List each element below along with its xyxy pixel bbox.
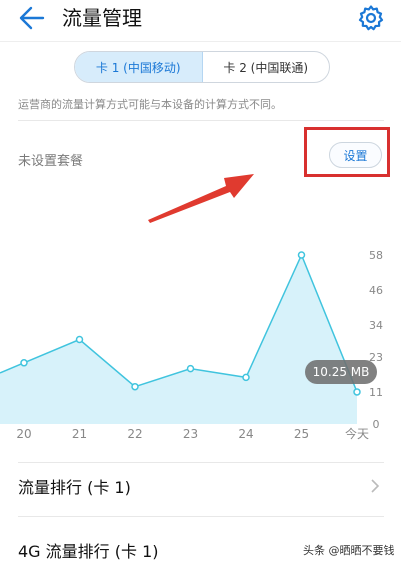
data-point xyxy=(353,388,361,396)
data-point xyxy=(297,251,306,259)
list-item-ranking-sim1[interactable]: 流量排行 (卡 1) xyxy=(0,466,401,506)
annotation-arrow-icon xyxy=(148,174,254,223)
y-tick-label: 11 xyxy=(369,386,383,399)
tab-sim1[interactable]: 卡 1 (中国移动) xyxy=(75,52,203,82)
data-point xyxy=(20,359,28,367)
usage-chart: 20 21 22 23 24 25 今天5846342311010.25 MB xyxy=(0,249,383,441)
chart-area-fill xyxy=(0,255,357,424)
x-tick-label: 今天 xyxy=(345,426,369,441)
app-header: 流量管理 xyxy=(0,0,401,38)
x-tick-label: 24 xyxy=(238,427,253,441)
y-tick-label: 58 xyxy=(369,249,383,262)
x-tick-label: 21 xyxy=(72,427,87,441)
back-arrow-icon[interactable] xyxy=(18,5,46,31)
gear-icon[interactable] xyxy=(357,4,385,32)
chevron-right-icon xyxy=(371,479,380,493)
watermark: 头条 @晒晒不要钱 xyxy=(303,544,395,557)
highlight-box xyxy=(304,127,390,177)
x-tick-label: 25 xyxy=(294,427,309,441)
x-tick-label: 20 xyxy=(16,427,31,441)
data-point xyxy=(186,364,195,373)
page-title: 流量管理 xyxy=(62,6,142,30)
x-tick-label: 22 xyxy=(127,427,142,441)
carrier-note: 运营商的流量计算方式可能与本设备的计算方式不同。 xyxy=(18,98,282,111)
data-point xyxy=(131,382,139,391)
note-divider xyxy=(18,120,384,121)
list-divider xyxy=(18,462,384,463)
header-divider xyxy=(0,41,401,42)
list-item-label: 4G 流量排行 (卡 1) xyxy=(18,542,159,561)
plan-status-label: 未设置套餐 xyxy=(18,154,84,169)
list-item-label: 流量排行 (卡 1) xyxy=(18,478,131,497)
data-point xyxy=(242,373,250,382)
x-tick-label: 23 xyxy=(183,427,198,441)
y-tick-label: 0 xyxy=(373,418,380,431)
tooltip-text: 10.25 MB xyxy=(313,365,370,379)
list-divider xyxy=(18,516,384,517)
y-tick-label: 34 xyxy=(369,319,383,332)
tab-sim2[interactable]: 卡 2 (中国联通) xyxy=(203,52,330,82)
data-point xyxy=(75,335,84,344)
sim-tab-switcher: 卡 1 (中国移动) 卡 2 (中国联通) xyxy=(74,51,330,83)
y-tick-label: 46 xyxy=(369,284,383,297)
